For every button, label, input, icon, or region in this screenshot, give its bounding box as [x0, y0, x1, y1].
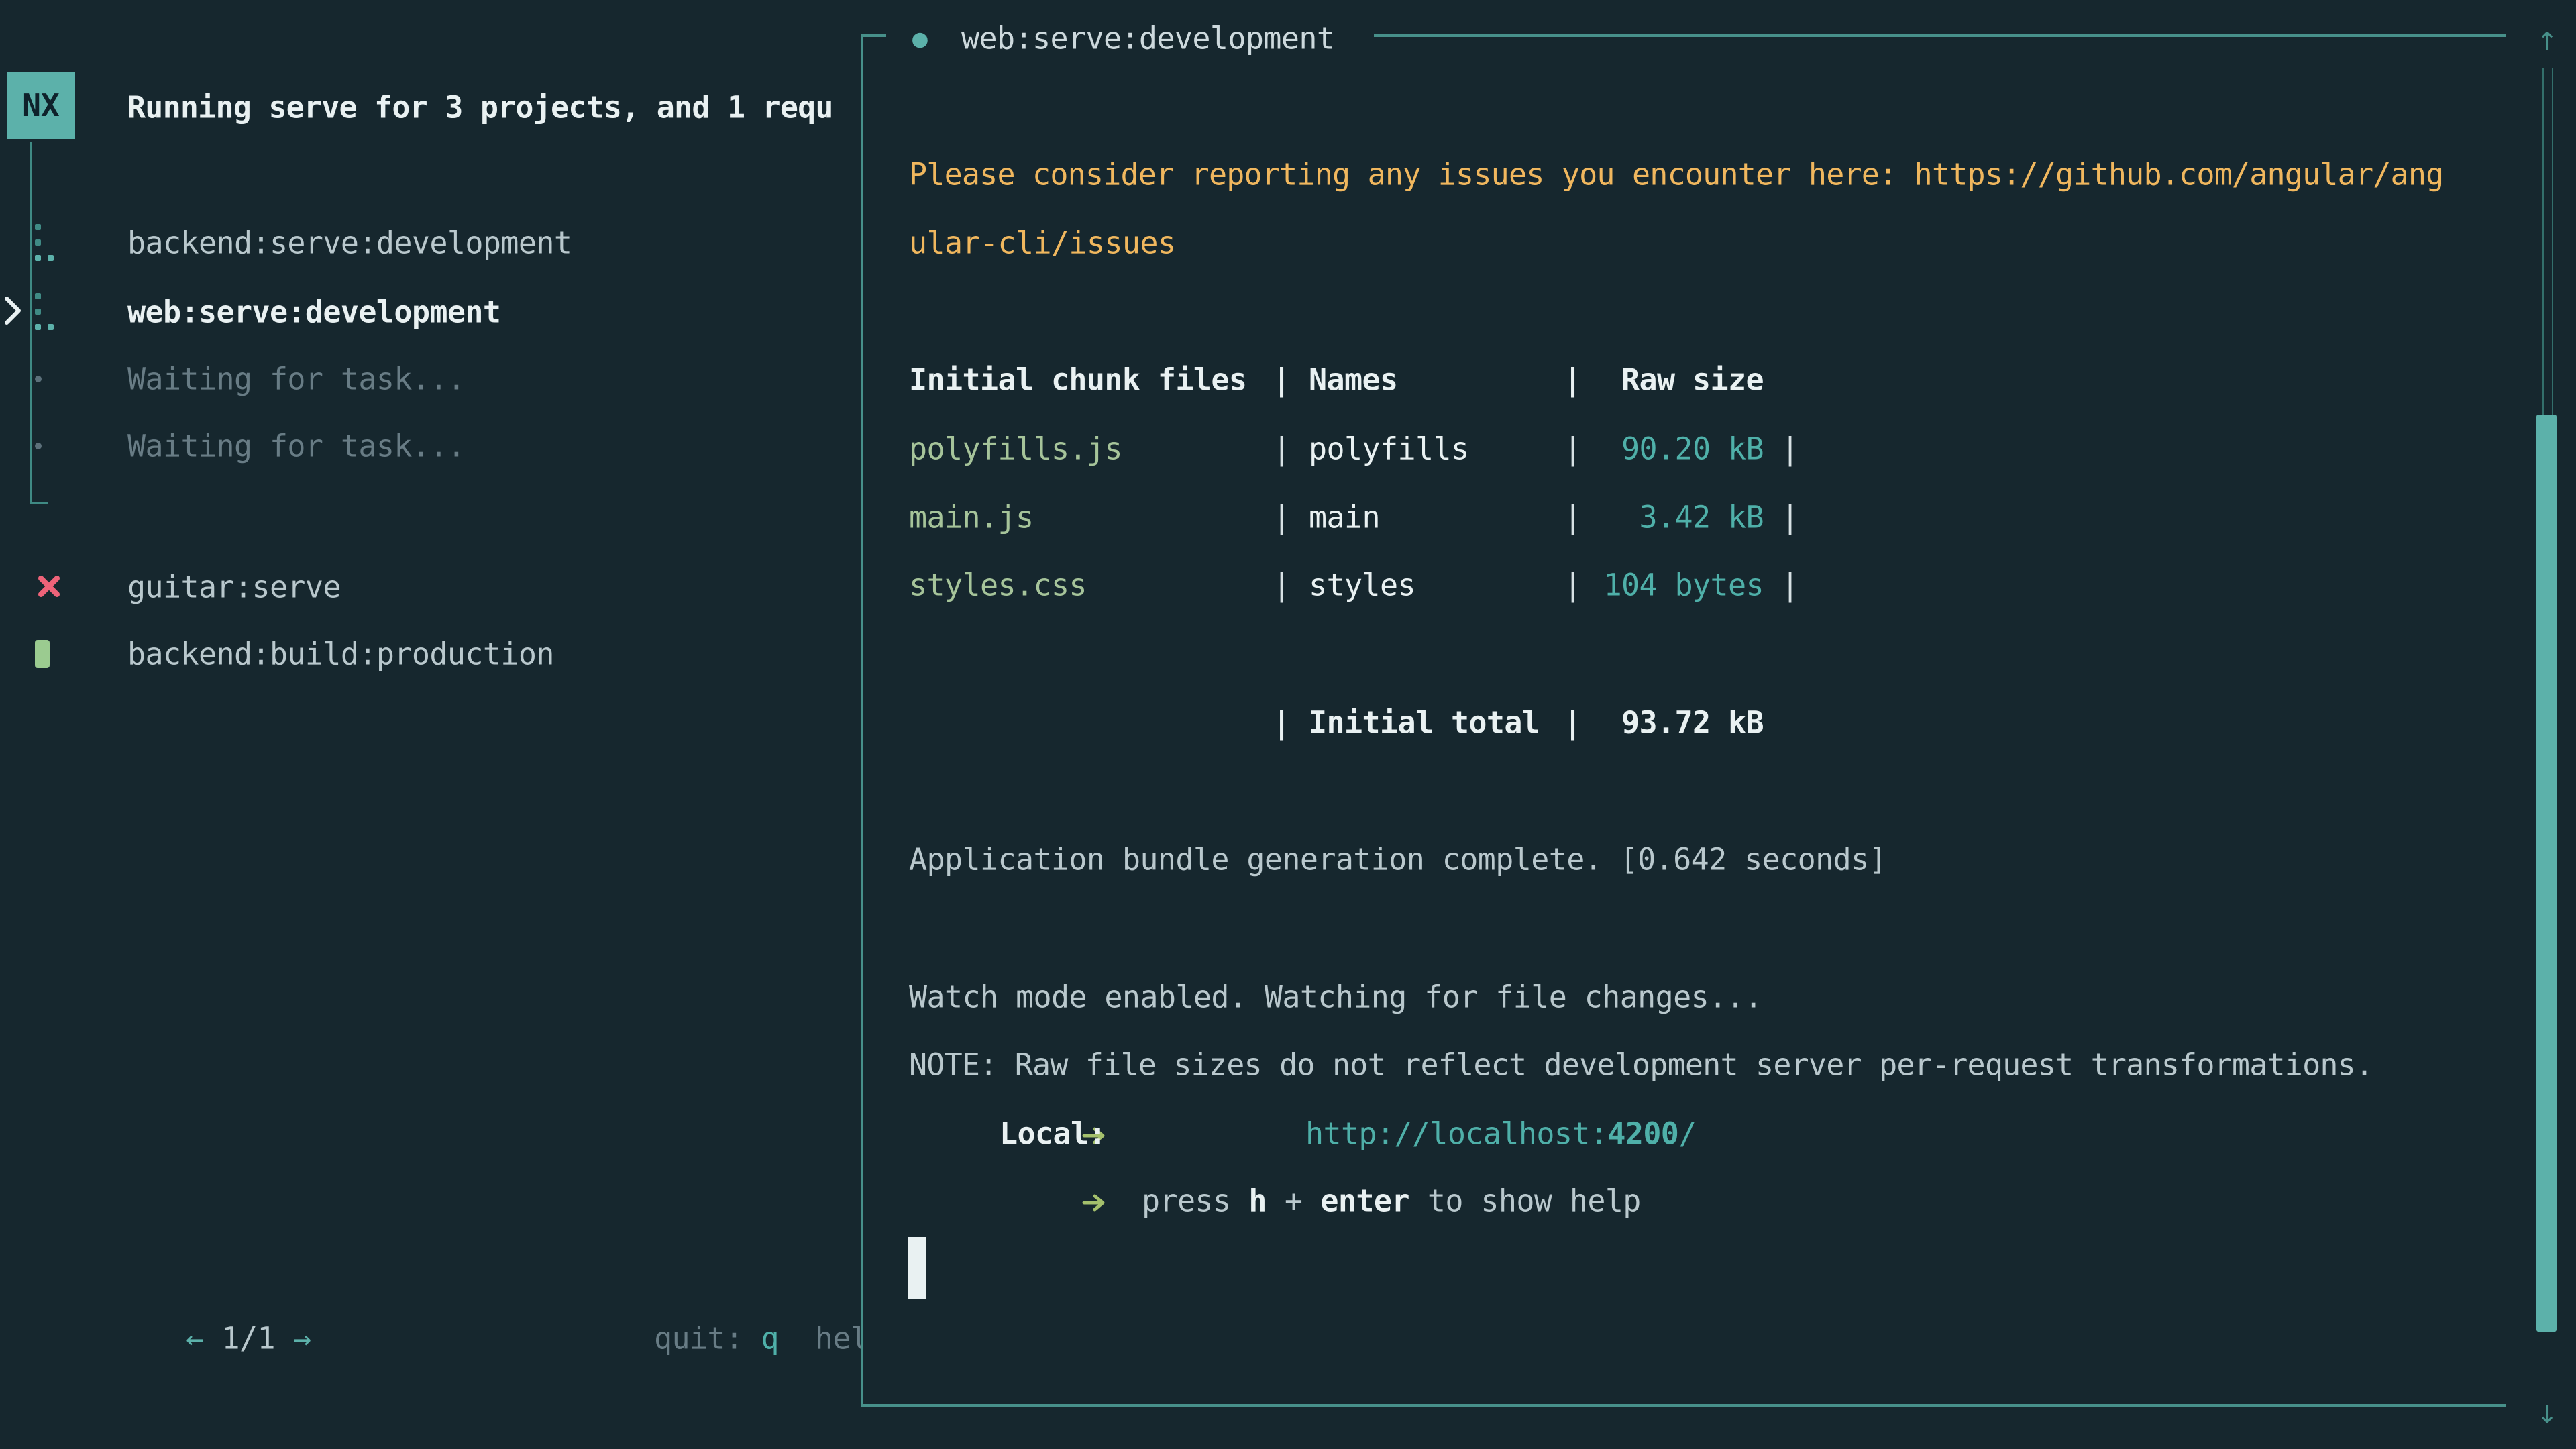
pipe: |: [1273, 502, 1291, 533]
pager: ← 1/1 →: [44, 1293, 311, 1384]
task-item-web-serve[interactable]: web:serve:development: [0, 278, 861, 345]
sidebar-status-bar: ←1/1→ quit:qhelp:?: [0, 1305, 861, 1372]
press-word: press: [1142, 1183, 1230, 1219]
task-label: web:serve:development: [127, 297, 500, 327]
task-label: Waiting for task...: [127, 364, 465, 394]
chunk-size: 90.20 kB: [1562, 434, 1764, 464]
pipe: |: [1273, 365, 1291, 395]
chunk-name: polyfills: [1309, 434, 1468, 464]
key-enter: enter: [1320, 1183, 1409, 1219]
task-sidebar: NX Running serve for 3 projects, and 1 r…: [0, 0, 861, 1449]
task-item-guitar-serve[interactable]: guitar:serve: [0, 553, 861, 621]
scroll-down-arrow-icon[interactable]: ↓: [2524, 1392, 2571, 1431]
nx-logo: NX: [7, 72, 75, 139]
chunk-size: 104 bytes: [1562, 570, 1764, 600]
nx-tui-screen: NX Running serve for 3 projects, and 1 r…: [0, 0, 2576, 1449]
task-group-line-corner: [30, 502, 48, 504]
panel-title: web:serve:development: [961, 23, 1334, 54]
task-label: Waiting for task...: [127, 431, 465, 462]
panel-border-top: [1374, 34, 2506, 37]
col-size-header: Raw size: [1562, 365, 1764, 395]
task-item-backend-build[interactable]: backend:build:production: [0, 621, 861, 688]
chunk-file: polyfills.js: [909, 434, 1122, 464]
local-label: Local:: [1000, 1119, 1106, 1149]
pipe: |: [1781, 434, 1799, 464]
bundle-complete-line: Application bundle generation complete. …: [909, 845, 1886, 875]
help-label: help:: [815, 1321, 861, 1356]
panel-border-bottom: [861, 1404, 2506, 1407]
terminal-cursor: [908, 1237, 926, 1299]
pager-label: 1/1: [221, 1321, 274, 1356]
pipe: |: [1273, 434, 1291, 464]
task-label: backend:serve:development: [127, 228, 572, 258]
sidebar-header: Running serve for 3 projects, and 1 requ: [127, 93, 833, 123]
chunk-name: main: [1309, 502, 1380, 533]
pipe: |: [1273, 708, 1291, 738]
task-item-waiting-2[interactable]: Waiting for task...: [0, 413, 861, 480]
pending-dot-icon: [35, 443, 42, 449]
quit-label: quit:: [654, 1321, 743, 1356]
total-size: 93.72 kB: [1562, 708, 1764, 738]
url-prefix: http://localhost:: [1305, 1116, 1607, 1152]
watch-mode-line: Watch mode enabled. Watching for file ch…: [909, 982, 1762, 1012]
spinner-icon: [35, 224, 55, 262]
pipe: |: [1273, 570, 1291, 600]
press-hint: pressh + enter to show help: [1000, 1156, 1641, 1246]
scrollbar-track[interactable]: [2542, 68, 2553, 415]
pipe: |: [1781, 570, 1799, 600]
panel-border-top-stub: [861, 34, 886, 37]
col-files-header: Initial chunk files: [909, 365, 1246, 395]
pipe: |: [1781, 502, 1799, 533]
task-item-backend-serve[interactable]: backend:serve:development: [0, 209, 861, 276]
success-square-icon: [35, 640, 50, 668]
issue-notice-line1: Please consider reporting any issues you…: [909, 160, 2443, 190]
col-names-header: Names: [1309, 365, 1397, 395]
chunk-name: styles: [1309, 570, 1415, 600]
pager-next-icon[interactable]: →: [293, 1321, 311, 1356]
chunk-file: main.js: [909, 502, 1033, 533]
url-port: 4200: [1607, 1116, 1678, 1152]
chunk-size: 3.42 kB: [1562, 502, 1764, 533]
shortcut-hints: quit:qhelp:?: [512, 1293, 861, 1384]
plus-sign: +: [1285, 1183, 1303, 1219]
pending-dot-icon: [35, 376, 42, 382]
quit-key: q: [761, 1321, 779, 1356]
url-suffix: /: [1678, 1116, 1697, 1152]
failed-cross-icon: [35, 571, 63, 603]
issue-notice-line2: ular-cli/issues: [909, 228, 1175, 258]
total-label: Initial total: [1309, 708, 1540, 738]
task-status-bullet-icon: ●: [912, 25, 927, 51]
pager-prev-icon[interactable]: ←: [186, 1321, 204, 1356]
task-label: backend:build:production: [127, 639, 554, 669]
note-line: NOTE: Raw file sizes do not reflect deve…: [909, 1050, 2373, 1080]
hint-tail: to show help: [1428, 1183, 1641, 1219]
scrollbar-thumb[interactable]: [2536, 415, 2557, 1332]
key-h: h: [1248, 1183, 1267, 1219]
task-item-waiting-1[interactable]: Waiting for task...: [0, 345, 861, 413]
scroll-up-arrow-icon[interactable]: ↑: [2524, 19, 2571, 58]
panel-border-left: [861, 34, 863, 1407]
spinner-icon: [35, 293, 55, 331]
chunk-file: styles.css: [909, 570, 1087, 600]
task-label: guitar:serve: [127, 572, 341, 602]
